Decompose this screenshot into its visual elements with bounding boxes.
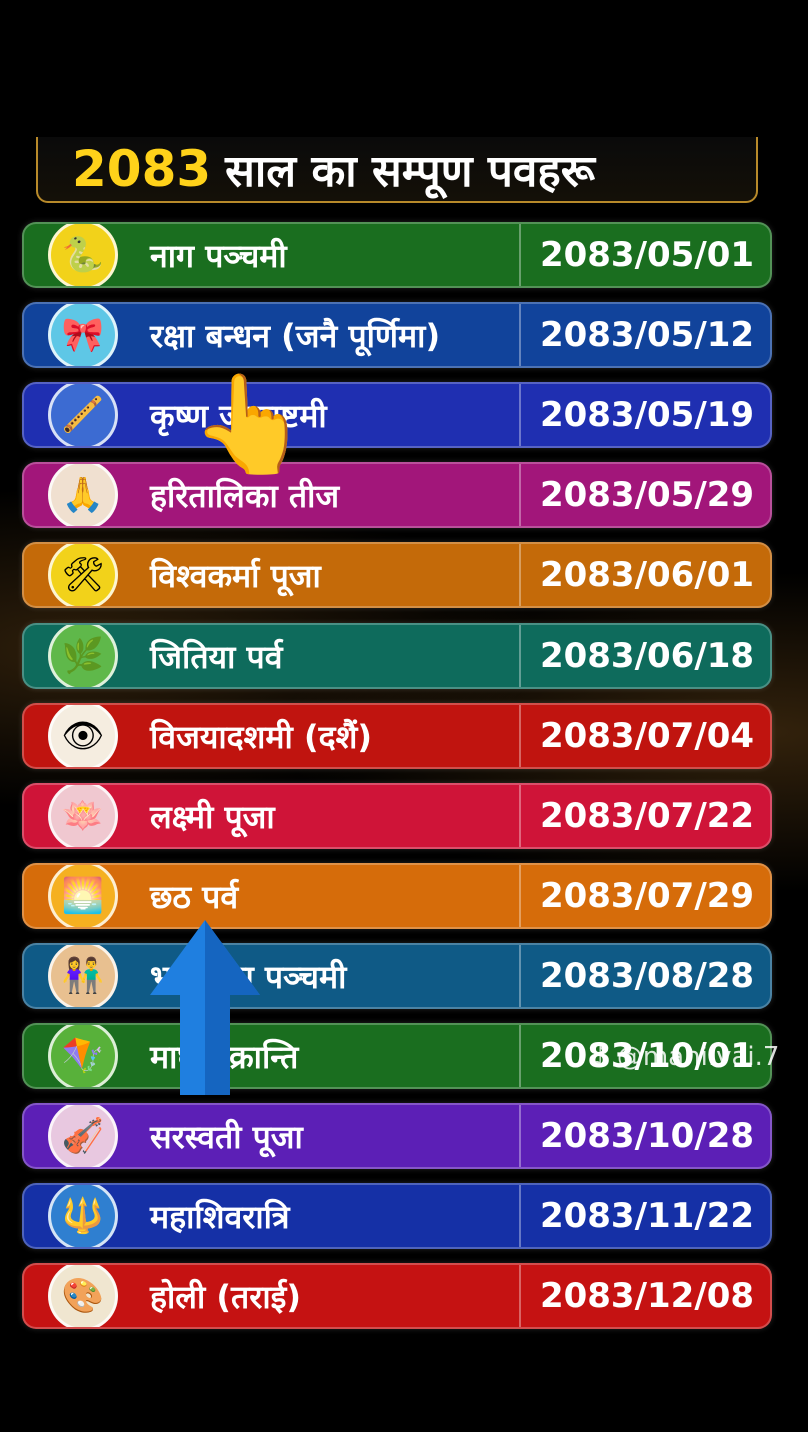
festival-name: जितिया पर्व	[150, 637, 283, 676]
rakhi-icon: 🎀	[48, 304, 118, 366]
festival-row: 🎻 सरस्वती पूजा 2083/10/28	[22, 1103, 772, 1169]
festival-row: 🔱 महाशिवरात्रि 2083/11/22	[22, 1183, 772, 1249]
kite-icon: 🪁	[48, 1025, 118, 1087]
row-divider	[519, 705, 521, 767]
row-divider	[519, 1105, 521, 1167]
pointing-hand-icon: 👆	[190, 368, 310, 480]
couple-icon: 👫	[48, 945, 118, 1007]
tools-icon: 🛠	[48, 544, 118, 606]
festival-row: 🐍 नाग पञ्चमी 2083/05/01	[22, 222, 772, 288]
row-divider	[519, 625, 521, 687]
row-divider	[519, 1265, 521, 1327]
festival-row: 🌅 छठ पर्व 2083/07/29	[22, 863, 772, 929]
festival-date: 2083/11/22	[539, 1196, 755, 1236]
festival-row: 🎀 रक्षा बन्धन (जनै पूर्णिमा) 2083/05/12	[22, 302, 772, 368]
row-divider	[519, 384, 521, 446]
row-divider	[519, 945, 521, 1007]
festival-date: 2083/07/29	[539, 876, 755, 916]
festival-date: 2083/07/22	[539, 796, 755, 836]
lakshmi-icon: 🪷	[48, 785, 118, 847]
holi-colors-icon: 🎨	[48, 1265, 118, 1327]
festival-date: 2083/05/12	[539, 315, 755, 355]
festival-row: 🪷 लक्ष्मी पूजा 2083/07/22	[22, 783, 772, 849]
woman-praying-icon: 🙏	[48, 464, 118, 526]
watermark: ♪ @mahi.vai.7	[592, 1042, 779, 1072]
title-text: साल का सम्पूण पवहरू	[225, 146, 595, 197]
festival-row: 🛠 विश्वकर्मा पूजा 2083/06/01	[22, 542, 772, 608]
row-divider	[519, 224, 521, 286]
festival-row: 🪈 कृष्ण जन्माष्टमी 2083/05/19	[22, 382, 772, 448]
festival-name: महाशिवरात्रि	[150, 1197, 290, 1236]
title-year: 2083	[72, 140, 212, 198]
row-divider	[519, 785, 521, 847]
festival-name: लक्ष्मी पूजा	[150, 797, 275, 836]
festival-name: होली (तराई)	[150, 1277, 301, 1316]
festival-name: रक्षा बन्धन (जनै पूर्णिमा)	[150, 316, 441, 355]
tiktok-icon: ♪	[592, 1042, 609, 1072]
festival-name: छठ पर्व	[150, 877, 239, 916]
row-divider	[519, 544, 521, 606]
durga-face-icon: 👁	[48, 705, 118, 767]
festival-date: 2083/12/08	[539, 1276, 755, 1316]
saraswati-icon: 🎻	[48, 1105, 118, 1167]
title-banner: 2083 साल का सम्पूण पवहरू	[36, 137, 758, 203]
festival-row: 👫 भाइटीका पञ्चमी 2083/08/28	[22, 943, 772, 1009]
row-divider	[519, 1025, 521, 1087]
festival-date: 2083/07/04	[539, 716, 755, 756]
watermark-text: @mahi.vai.7	[616, 1042, 780, 1072]
festival-row: 🙏 हरितालिका तीज 2083/05/29	[22, 462, 772, 528]
festival-row: 👁 विजयादशमी (दशैं) 2083/07/04	[22, 703, 772, 769]
festival-row: 🌿 जितिया पर्व 2083/06/18	[22, 623, 772, 689]
row-divider	[519, 304, 521, 366]
festival-name: विश्वकर्मा पूजा	[150, 556, 321, 595]
festival-date: 2083/05/19	[539, 395, 755, 435]
festival-date: 2083/06/01	[539, 555, 755, 595]
festival-row: 🎨 होली (तराई) 2083/12/08	[22, 1263, 772, 1329]
festival-date: 2083/10/28	[539, 1116, 755, 1156]
sunrise-icon: 🌅	[48, 865, 118, 927]
festival-name: नाग पञ्चमी	[150, 236, 287, 275]
festival-name: सरस्वती पूजा	[150, 1117, 303, 1156]
row-divider	[519, 1185, 521, 1247]
row-divider	[519, 865, 521, 927]
shiva-icon: 🔱	[48, 1185, 118, 1247]
festival-name: विजयादशमी (दशैं)	[150, 717, 372, 756]
festival-date: 2083/05/01	[539, 235, 755, 275]
row-divider	[519, 464, 521, 526]
goddess-icon: 🌿	[48, 625, 118, 687]
festival-date: 2083/05/29	[539, 475, 755, 515]
snake-icon: 🐍	[48, 224, 118, 286]
krishna-icon: 🪈	[48, 384, 118, 446]
festival-date: 2083/06/18	[539, 636, 755, 676]
up-arrow-icon	[150, 920, 260, 1095]
festival-date: 2083/08/28	[539, 956, 755, 996]
